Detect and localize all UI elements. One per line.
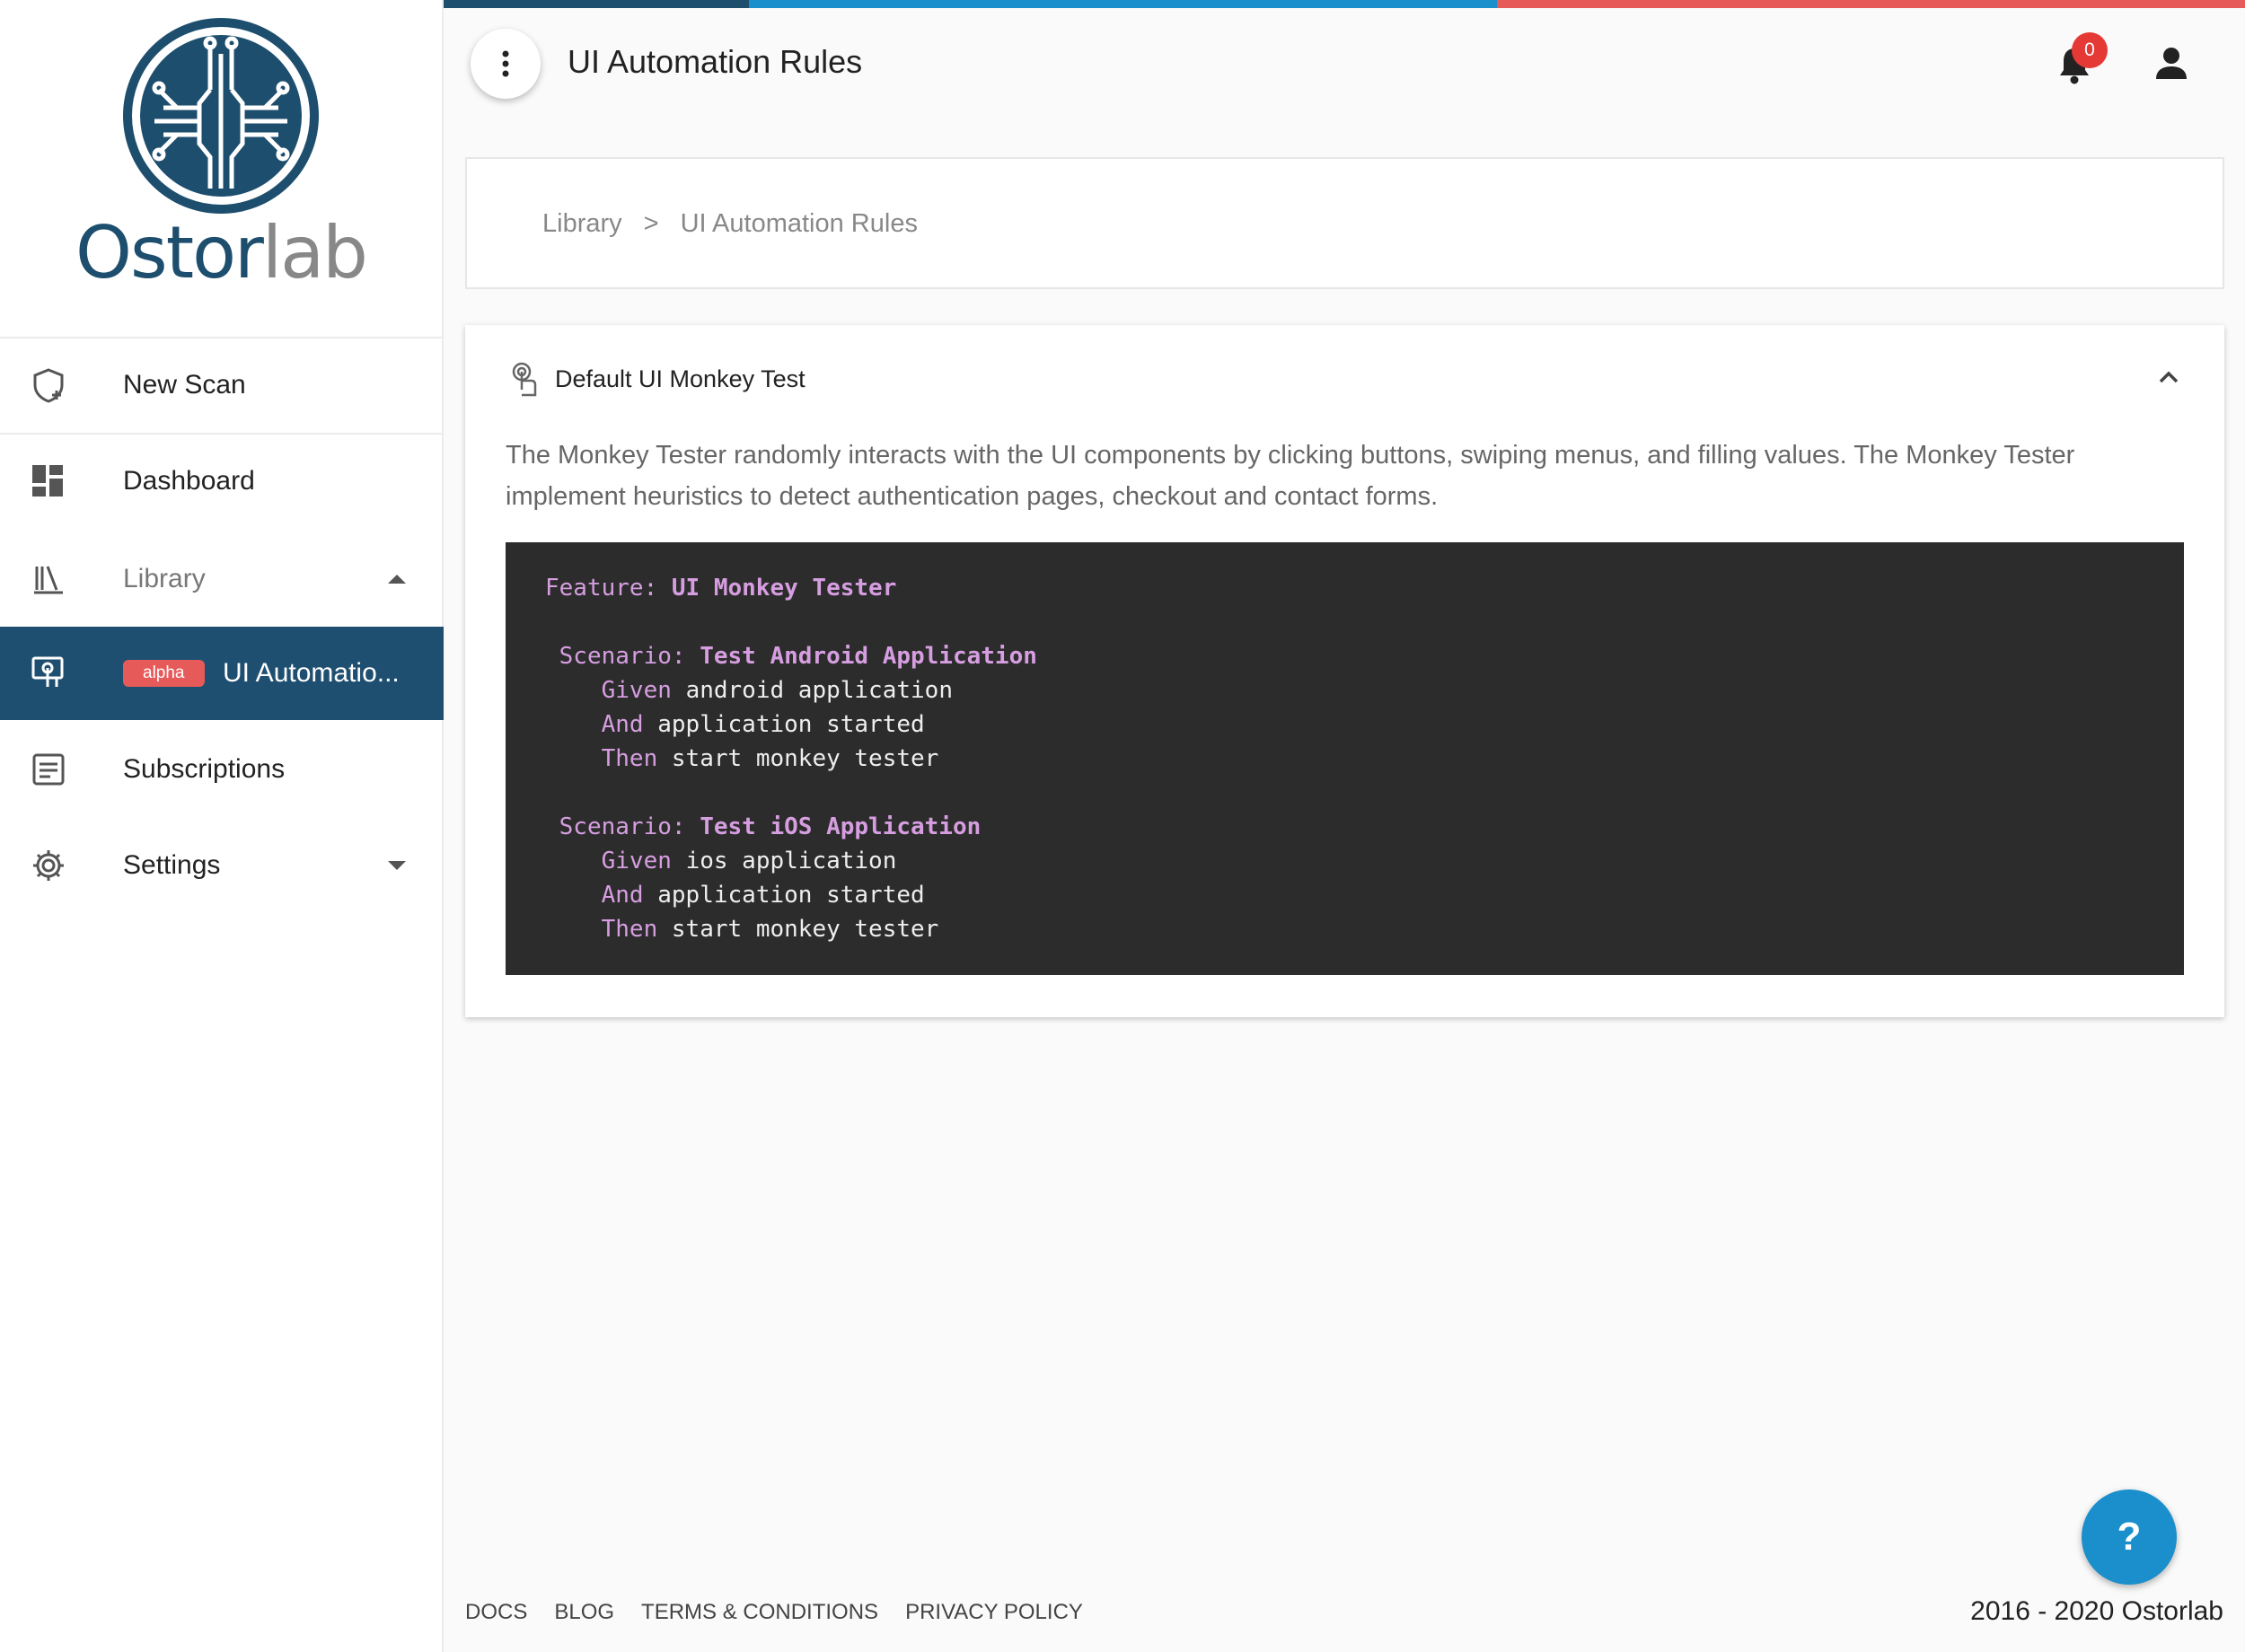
sidebar-item-new-scan[interactable]: New Scan <box>0 338 444 432</box>
footer-links: DOCS BLOG TERMS & CONDITIONS PRIVACY POL… <box>465 1600 1083 1625</box>
chevron-up-icon[interactable] <box>2156 365 2181 390</box>
sidebar-item-settings[interactable]: Settings <box>0 819 444 912</box>
alpha-badge: alpha <box>123 660 205 687</box>
rule-title: Default UI Monkey Test <box>555 365 806 392</box>
sidebar-item-dashboard[interactable]: Dashboard <box>0 435 444 528</box>
code-step-text: start monkey tester <box>671 916 939 943</box>
code-step-kw: Given <box>601 848 672 874</box>
more-vertical-icon <box>502 50 509 77</box>
footer-link-privacy[interactable]: PRIVACY POLICY <box>905 1600 1083 1625</box>
gear-icon <box>31 848 66 883</box>
shield-plus-icon <box>31 367 66 403</box>
rule-header[interactable]: Default UI Monkey Test <box>510 361 806 397</box>
footer-link-blog[interactable]: BLOG <box>554 1600 614 1625</box>
code-scenario-name: Test iOS Application <box>700 813 982 840</box>
footer-link-docs[interactable]: DOCS <box>465 1600 527 1625</box>
code-step-kw: And <box>601 711 644 738</box>
notification-badge: 0 <box>2072 32 2108 68</box>
code-step-text: application started <box>657 711 925 738</box>
sidebar-item-label: Dashboard <box>123 466 255 496</box>
page-title: UI Automation Rules <box>568 43 863 80</box>
library-icon <box>31 561 66 597</box>
sidebar-item-label: Settings <box>123 850 221 880</box>
touch-screen-icon <box>31 655 66 691</box>
copyright: 2016 - 2020 Ostorlab <box>1970 1596 2223 1626</box>
sidebar-item-label: Subscriptions <box>123 754 286 784</box>
user-icon[interactable] <box>2153 45 2189 81</box>
breadcrumb-separator: > <box>643 209 659 238</box>
code-step-kw: Then <box>601 745 658 772</box>
breadcrumb-item-library[interactable]: Library <box>542 209 622 239</box>
chevron-up-icon <box>388 575 406 584</box>
menu-button[interactable] <box>471 29 541 99</box>
sidebar-item-subscriptions[interactable]: Subscriptions <box>0 723 444 816</box>
top-stripe-2 <box>749 0 1497 8</box>
top-stripe-1 <box>444 0 749 8</box>
rule-card: Default UI Monkey Test The Monkey Tester… <box>465 325 2224 1017</box>
sidebar-item-label: UI Automatio... <box>223 658 400 688</box>
breadcrumb-card: Library > UI Automation Rules <box>465 157 2224 289</box>
sidebar-item-label: Library <box>123 564 206 593</box>
rule-description: The Monkey Tester randomly interacts wit… <box>506 441 2075 511</box>
sidebar-item-ui-automation[interactable]: alpha UI Automatio... <box>0 627 444 720</box>
code-step-text: android application <box>685 677 953 704</box>
logo[interactable]: Ostorlab <box>0 0 442 338</box>
code-feature-name: UI Monkey Tester <box>671 575 897 602</box>
code-step-kw: And <box>601 882 644 909</box>
sidebar-item-label: New Scan <box>123 370 246 400</box>
sidebar: Ostorlab New Scan Dashboard Library alph… <box>0 0 444 1652</box>
logo-circuit-icon <box>123 18 319 214</box>
code-block: Feature: UI Monkey Tester Scenario: Test… <box>506 542 2184 975</box>
code-step-kw: Then <box>601 916 658 943</box>
touch-icon <box>512 362 537 397</box>
breadcrumb-item-current: UI Automation Rules <box>680 209 918 238</box>
top-stripe-3 <box>1497 0 2245 8</box>
subscriptions-icon <box>31 751 66 787</box>
code-step-text: ios application <box>685 848 897 874</box>
help-button[interactable]: ? <box>2082 1489 2177 1585</box>
dashboard-icon <box>31 463 66 499</box>
code-keyword: Feature: <box>545 575 658 602</box>
breadcrumb: Library > UI Automation Rules <box>542 209 918 239</box>
chevron-down-icon <box>388 861 406 870</box>
logo-wordmark: Ostorlab <box>75 211 368 294</box>
code-keyword: Scenario: <box>559 643 686 670</box>
code-scenario-name: Test Android Application <box>700 643 1037 670</box>
code-step-text: start monkey tester <box>671 745 939 772</box>
footer-link-terms[interactable]: TERMS & CONDITIONS <box>641 1600 878 1625</box>
code-step-text: application started <box>657 882 925 909</box>
sidebar-item-library[interactable]: Library <box>0 532 444 626</box>
code-keyword: Scenario: <box>559 813 686 840</box>
code-step-kw: Given <box>601 677 672 704</box>
